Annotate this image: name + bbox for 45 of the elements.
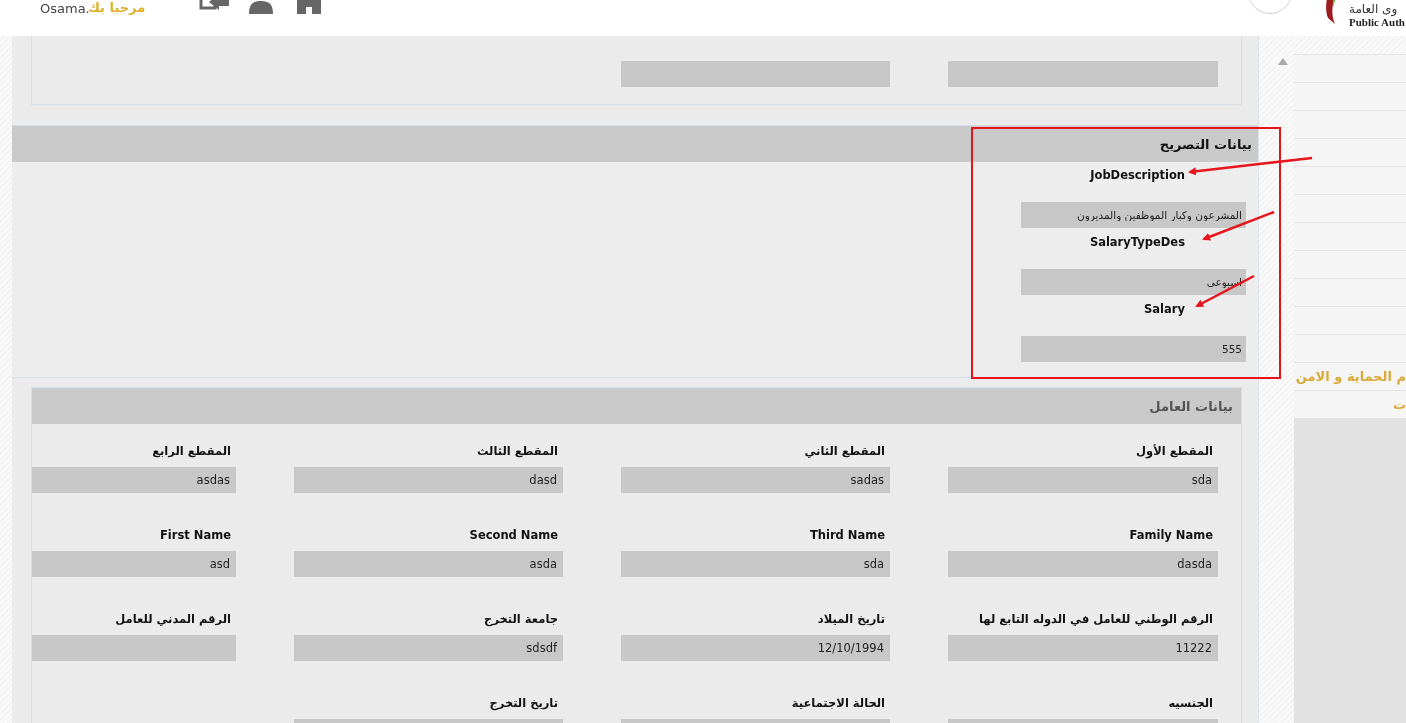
field-label: جامعة التخرج: [483, 611, 559, 627]
field-label: تاريخ الميلاد: [816, 611, 886, 627]
field-label: First Name: [159, 527, 232, 543]
section-title: بيانات العامل: [1149, 398, 1233, 414]
field-label: Family Name: [1128, 527, 1214, 543]
input-field[interactable]: asda: [294, 551, 563, 577]
user-name: Osama.: [40, 1, 90, 16]
field-label: الحالة الاجتماعية: [790, 695, 886, 711]
greeting-text: مرحبا بك: [88, 0, 146, 15]
field-label: Salary: [1144, 301, 1185, 317]
input-field[interactable]: sda: [621, 551, 890, 577]
logo-icon: [1324, 0, 1338, 24]
field-label: تاريخ التخرج: [488, 695, 559, 711]
field-label: SalaryTypeDes: [1089, 234, 1185, 250]
logo-text: وى العامة: [1349, 2, 1399, 16]
input-field[interactable]: 12/10/1994: [621, 635, 890, 661]
input-field[interactable]: sda: [948, 467, 1218, 493]
field-label: الجنسيه: [1167, 695, 1214, 711]
field-label: Second Name: [468, 527, 559, 543]
scroll-up-icon[interactable]: [1278, 58, 1288, 65]
annotation-arrow: [1195, 274, 1255, 308]
input-field[interactable]: 555: [1021, 336, 1246, 362]
input-field[interactable]: 11222: [948, 635, 1218, 661]
input-field[interactable]: sdsdf: [294, 635, 563, 661]
sidebar-row[interactable]: [1294, 138, 1406, 166]
input-field[interactable]: dasd: [294, 467, 563, 493]
input-field[interactable]: dasda: [948, 551, 1218, 577]
field-label: JobDescription: [1090, 167, 1185, 183]
field-label: Third Name: [808, 527, 886, 543]
input-field[interactable]: [32, 635, 236, 661]
field-label: الرقم الوطني للعامل في الدوله التابع لها: [978, 611, 1214, 627]
user-icon[interactable]: [249, 0, 273, 14]
input-field[interactable]: asd: [32, 551, 236, 577]
logo-text: Public Auth: [1349, 16, 1405, 29]
field-label: المقطع الرابع: [151, 443, 232, 459]
field-label: المقطع الثالث: [475, 443, 559, 459]
input-field[interactable]: [621, 61, 890, 87]
input-field[interactable]: [948, 61, 1218, 87]
input-field[interactable]: المشرعون وكبار الموظفين والمديرون: [1021, 202, 1246, 228]
section-title: بيانات التصريح: [1159, 136, 1252, 152]
field-label: المقطع الثاني: [803, 443, 886, 459]
field-label: الرقم المدني للعامل: [114, 611, 232, 627]
input-field[interactable]: sadas: [621, 467, 890, 493]
field-label: المقطع الأول: [1135, 443, 1214, 459]
input-field[interactable]: asdas: [32, 467, 236, 493]
